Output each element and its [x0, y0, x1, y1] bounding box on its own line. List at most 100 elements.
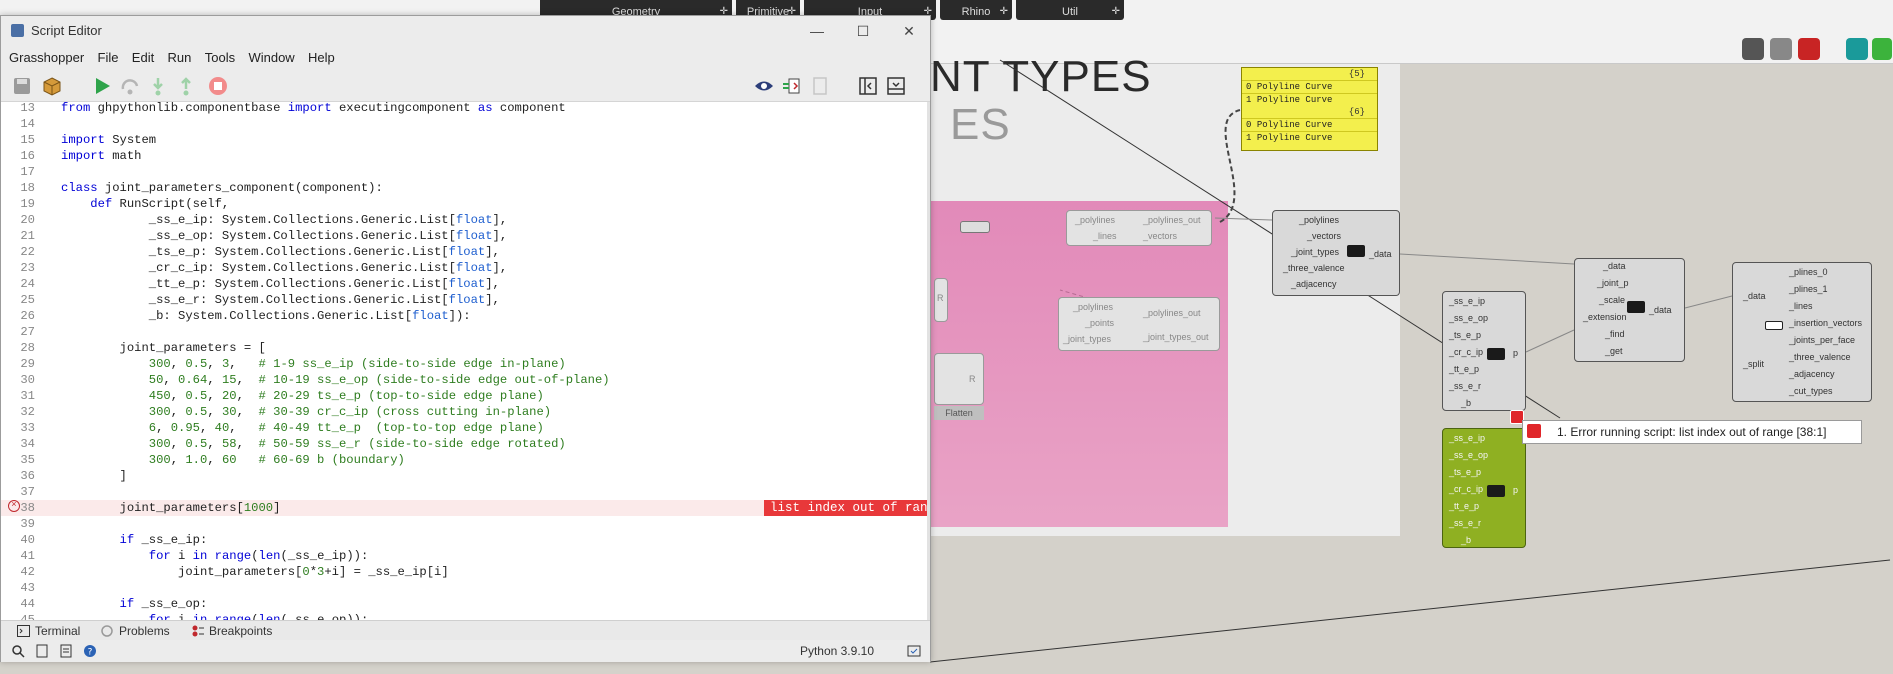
input-port[interactable]: _ss_e_ip [1449, 433, 1485, 443]
code-line[interactable]: 24 _tt_e_p: System.Collections.Generic.L… [1, 276, 930, 292]
line-number[interactable]: 40 [1, 532, 35, 548]
line-number[interactable]: 26 [1, 308, 35, 324]
component-partial[interactable]: R [934, 278, 948, 322]
menu-run[interactable]: Run [163, 46, 197, 70]
code-line[interactable]: 41 for i in range(len(_ss_e_ip)): [1, 548, 930, 564]
code-line[interactable]: 38 joint_parameters[1000] × list index out… [1, 500, 930, 516]
input-port[interactable]: _scale [1599, 295, 1625, 305]
document-lines-icon[interactable] [59, 644, 73, 658]
code-text[interactable]: import System [61, 132, 156, 148]
output-port[interactable]: _joints_per_face [1789, 335, 1855, 345]
component-polylines-vectors[interactable]: _polylines _lines _polylines_out _vector… [1066, 210, 1212, 246]
code-line[interactable]: 32 300, 0.5, 30, # 30-39 cr_c_ip (cross … [1, 404, 930, 420]
input-port[interactable]: _find [1605, 329, 1625, 339]
step-into-icon[interactable] [147, 75, 169, 97]
search-icon[interactable] [11, 644, 25, 658]
code-line[interactable]: 19 def RunScript(self, [1, 196, 930, 212]
component-plines[interactable]: _data _split _plines_0 _plines_1 _lines … [1732, 262, 1872, 402]
code-line[interactable]: 45 for i in range(len(_ss_e_op)): [1, 612, 930, 620]
code-text[interactable]: joint_parameters[0*3+i] = _ss_e_ip[i] [61, 564, 449, 580]
input-port[interactable]: _ss_e_op [1449, 313, 1488, 323]
code-line[interactable]: 15 import System [1, 132, 930, 148]
output-port[interactable]: _lines [1789, 301, 1813, 311]
output-port[interactable]: _data [1649, 305, 1672, 315]
input-port[interactable]: _tt_e_p [1449, 364, 1479, 374]
toggle-sidebar-icon[interactable] [857, 75, 879, 97]
line-number[interactable]: 25 [1, 292, 35, 308]
input-port[interactable]: _extension [1583, 312, 1627, 322]
code-text[interactable]: _cr_c_ip: System.Collections.Generic.Lis… [61, 260, 507, 276]
notification-icon[interactable] [907, 644, 921, 658]
line-number[interactable]: 29 [1, 356, 35, 372]
code-line[interactable]: 20 _ss_e_ip: System.Collections.Generic.… [1, 212, 930, 228]
line-number[interactable]: 28 [1, 340, 35, 356]
tab-problems[interactable]: Problems [99, 621, 170, 641]
input-port[interactable]: _polylines [1073, 302, 1113, 312]
line-number[interactable]: 24 [1, 276, 35, 292]
code-text[interactable]: if _ss_e_ip: [61, 532, 208, 548]
code-line[interactable]: 44 if _ss_e_op: [1, 596, 930, 612]
output-port[interactable]: _joint_types_out [1143, 332, 1209, 342]
code-text[interactable]: joint_parameters[1000] [61, 500, 281, 516]
output-port[interactable]: p [1513, 485, 1518, 495]
code-line[interactable]: 33 6, 0.95, 40, # 40-49 tt_e_p (top-to-t… [1, 420, 930, 436]
line-number[interactable]: 19 [1, 196, 35, 212]
component-joint-types[interactable]: _polylines _points _joint_types _polylin… [1058, 297, 1220, 351]
line-number[interactable]: 18 [1, 180, 35, 196]
line-number[interactable]: 23 [1, 260, 35, 276]
input-port[interactable]: _b [1461, 535, 1471, 545]
menu-grasshopper[interactable]: Grasshopper [4, 46, 89, 70]
code-editor[interactable]: 13 from ghpythonlib.componentbase import … [1, 102, 930, 620]
code-line[interactable]: 35 300, 1.0, 60 # 60-69 b (boundary) [1, 452, 930, 468]
code-line[interactable]: 22 _ts_e_p: System.Collections.Generic.L… [1, 244, 930, 260]
input-port[interactable]: _polylines [1299, 215, 1339, 225]
code-line[interactable]: 17 [1, 164, 930, 180]
code-line[interactable]: 34 300, 0.5, 58, # 50-59 ss_e_r (side-to… [1, 436, 930, 452]
code-line[interactable]: 26 _b: System.Collections.Generic.List[f… [1, 308, 930, 324]
code-text[interactable]: _b: System.Collections.Generic.List[floa… [61, 308, 471, 324]
line-number[interactable]: 14 [1, 116, 35, 132]
code-line[interactable]: 13 from ghpythonlib.componentbase import … [1, 102, 930, 116]
code-line[interactable]: 23 _cr_c_ip: System.Collections.Generic.… [1, 260, 930, 276]
document-icon[interactable] [35, 644, 49, 658]
port-label[interactable]: R [937, 293, 944, 303]
output-port[interactable]: _cut_types [1789, 386, 1833, 396]
code-line[interactable]: 21 _ss_e_op: System.Collections.Generic.… [1, 228, 930, 244]
code-line[interactable]: 27 [1, 324, 930, 340]
code-line[interactable]: 42 joint_parameters[0*3+i] = _ss_e_ip[i] [1, 564, 930, 580]
code-line[interactable]: 18 class joint_parameters_component(compo… [1, 180, 930, 196]
input-port[interactable]: _ss_e_r [1449, 381, 1481, 391]
line-number[interactable]: 43 [1, 580, 35, 596]
code-line[interactable]: 29 300, 0.5, 3, # 1-9 ss_e_ip (side-to-s… [1, 356, 930, 372]
menu-tools[interactable]: Tools [200, 46, 240, 70]
output-port[interactable]: _polylines_out [1143, 308, 1201, 318]
output-port[interactable]: _insertion_vectors [1789, 318, 1862, 328]
code-scrollbar[interactable] [927, 102, 930, 620]
input-port[interactable]: _adjacency [1291, 279, 1337, 289]
output-port[interactable]: _adjacency [1789, 369, 1835, 379]
line-number[interactable]: 37 [1, 484, 35, 500]
line-number[interactable]: 34 [1, 436, 35, 452]
line-number[interactable]: 32 [1, 404, 35, 420]
input-port[interactable]: _data [1743, 291, 1766, 301]
script-editor-window[interactable]: Script Editor — ☐ ✕ Grasshopper File Edi… [0, 15, 931, 662]
input-port[interactable]: _three_valence [1283, 263, 1345, 273]
output-port[interactable]: _data [1369, 249, 1392, 259]
input-port[interactable]: _data [1603, 261, 1626, 271]
line-number[interactable]: 13 [1, 102, 35, 116]
output-port[interactable]: _three_valence [1789, 352, 1851, 362]
component-scale[interactable]: _data _joint_p _scale _extension _find _… [1574, 258, 1685, 362]
component-flatten[interactable]: R [934, 353, 984, 405]
code-text[interactable]: _ss_e_op: System.Collections.Generic.Lis… [61, 228, 507, 244]
tab-breakpoints[interactable]: Breakpoints [189, 621, 272, 641]
code-text[interactable]: def RunScript(self, [61, 196, 229, 212]
input-port[interactable]: _vectors [1307, 231, 1341, 241]
code-text[interactable]: _ss_e_r: System.Collections.Generic.List… [61, 292, 500, 308]
toggle-panel-icon[interactable] [885, 75, 907, 97]
output-port[interactable]: _polylines_out [1143, 215, 1201, 225]
input-port[interactable]: _ts_e_p [1449, 467, 1481, 477]
run-icon[interactable] [91, 75, 113, 97]
input-port[interactable]: _points [1085, 318, 1114, 328]
line-number[interactable]: 22 [1, 244, 35, 260]
line-number[interactable]: 17 [1, 164, 35, 180]
